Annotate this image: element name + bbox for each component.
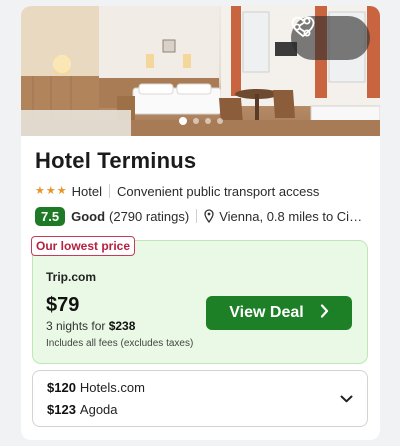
divider xyxy=(196,209,198,223)
nights-prefix: 3 nights for xyxy=(46,319,109,333)
nights-total-price: $238 xyxy=(108,319,136,333)
offer-row[interactable]: $120 Hotels.com xyxy=(47,380,145,395)
hotel-name[interactable]: Hotel Terminus xyxy=(35,148,196,174)
rating-row: 7.5 Good (2790 ratings) Vienna, 0.8 mile… xyxy=(35,204,371,228)
divider xyxy=(108,184,110,198)
offer-price: $120 xyxy=(47,380,76,395)
hotel-card[interactable]: Hotel Terminus ★ ★ ★ Hotel Convenient pu… xyxy=(21,6,380,440)
carousel-dot[interactable] xyxy=(216,118,223,124)
offer-provider: Trip.com xyxy=(46,270,97,284)
offer-provider: Hotels.com xyxy=(79,380,145,395)
view-deal-label: View Deal xyxy=(229,304,304,321)
lowest-price-badge: Our lowest price xyxy=(31,236,136,256)
chevron-right-icon xyxy=(320,303,329,323)
nights-total: 3 nights for $238 xyxy=(46,319,135,333)
rating-count[interactable]: (2790 ratings) xyxy=(109,209,189,224)
offer-provider: Agoda xyxy=(79,402,118,417)
hotel-location[interactable]: Vienna, 0.8 miles to City center xyxy=(219,209,365,224)
rating-word: Good xyxy=(71,208,106,224)
accommodation-type: Hotel xyxy=(71,183,102,199)
photo-actions xyxy=(291,16,370,60)
star-icon: ★ xyxy=(35,184,45,197)
review-score-badge: 7.5 xyxy=(35,206,66,226)
chevron-down-icon[interactable] xyxy=(337,390,355,408)
offer-row[interactable]: $123 Agoda xyxy=(47,402,118,417)
fees-note: Includes all fees (excludes taxes) xyxy=(46,338,194,349)
star-rating: ★ ★ ★ xyxy=(35,184,67,197)
offer-price: $123 xyxy=(47,402,76,417)
location-pin-icon xyxy=(204,209,214,223)
star-icon: ★ xyxy=(45,184,56,197)
hotel-feature: Convenient public transport access xyxy=(116,183,320,199)
carousel-dot[interactable] xyxy=(192,118,199,124)
offer-price: $79 xyxy=(46,294,80,316)
view-deal-button[interactable]: View Deal xyxy=(206,296,352,330)
hotel-meta: ★ ★ ★ Hotel Convenient public transport … xyxy=(35,181,319,201)
carousel-dots xyxy=(21,117,380,125)
hotel-photo[interactable] xyxy=(21,6,380,136)
star-icon: ★ xyxy=(56,184,67,197)
carousel-dot[interactable] xyxy=(204,118,211,124)
carousel-dot[interactable] xyxy=(178,117,187,125)
lowest-price-offer[interactable]: Trip.com $79 3 nights for $238 Includes … xyxy=(32,240,368,364)
other-offers[interactable]: $120 Hotels.com $123 Agoda xyxy=(32,370,368,427)
heart-icon[interactable] xyxy=(291,16,362,53)
